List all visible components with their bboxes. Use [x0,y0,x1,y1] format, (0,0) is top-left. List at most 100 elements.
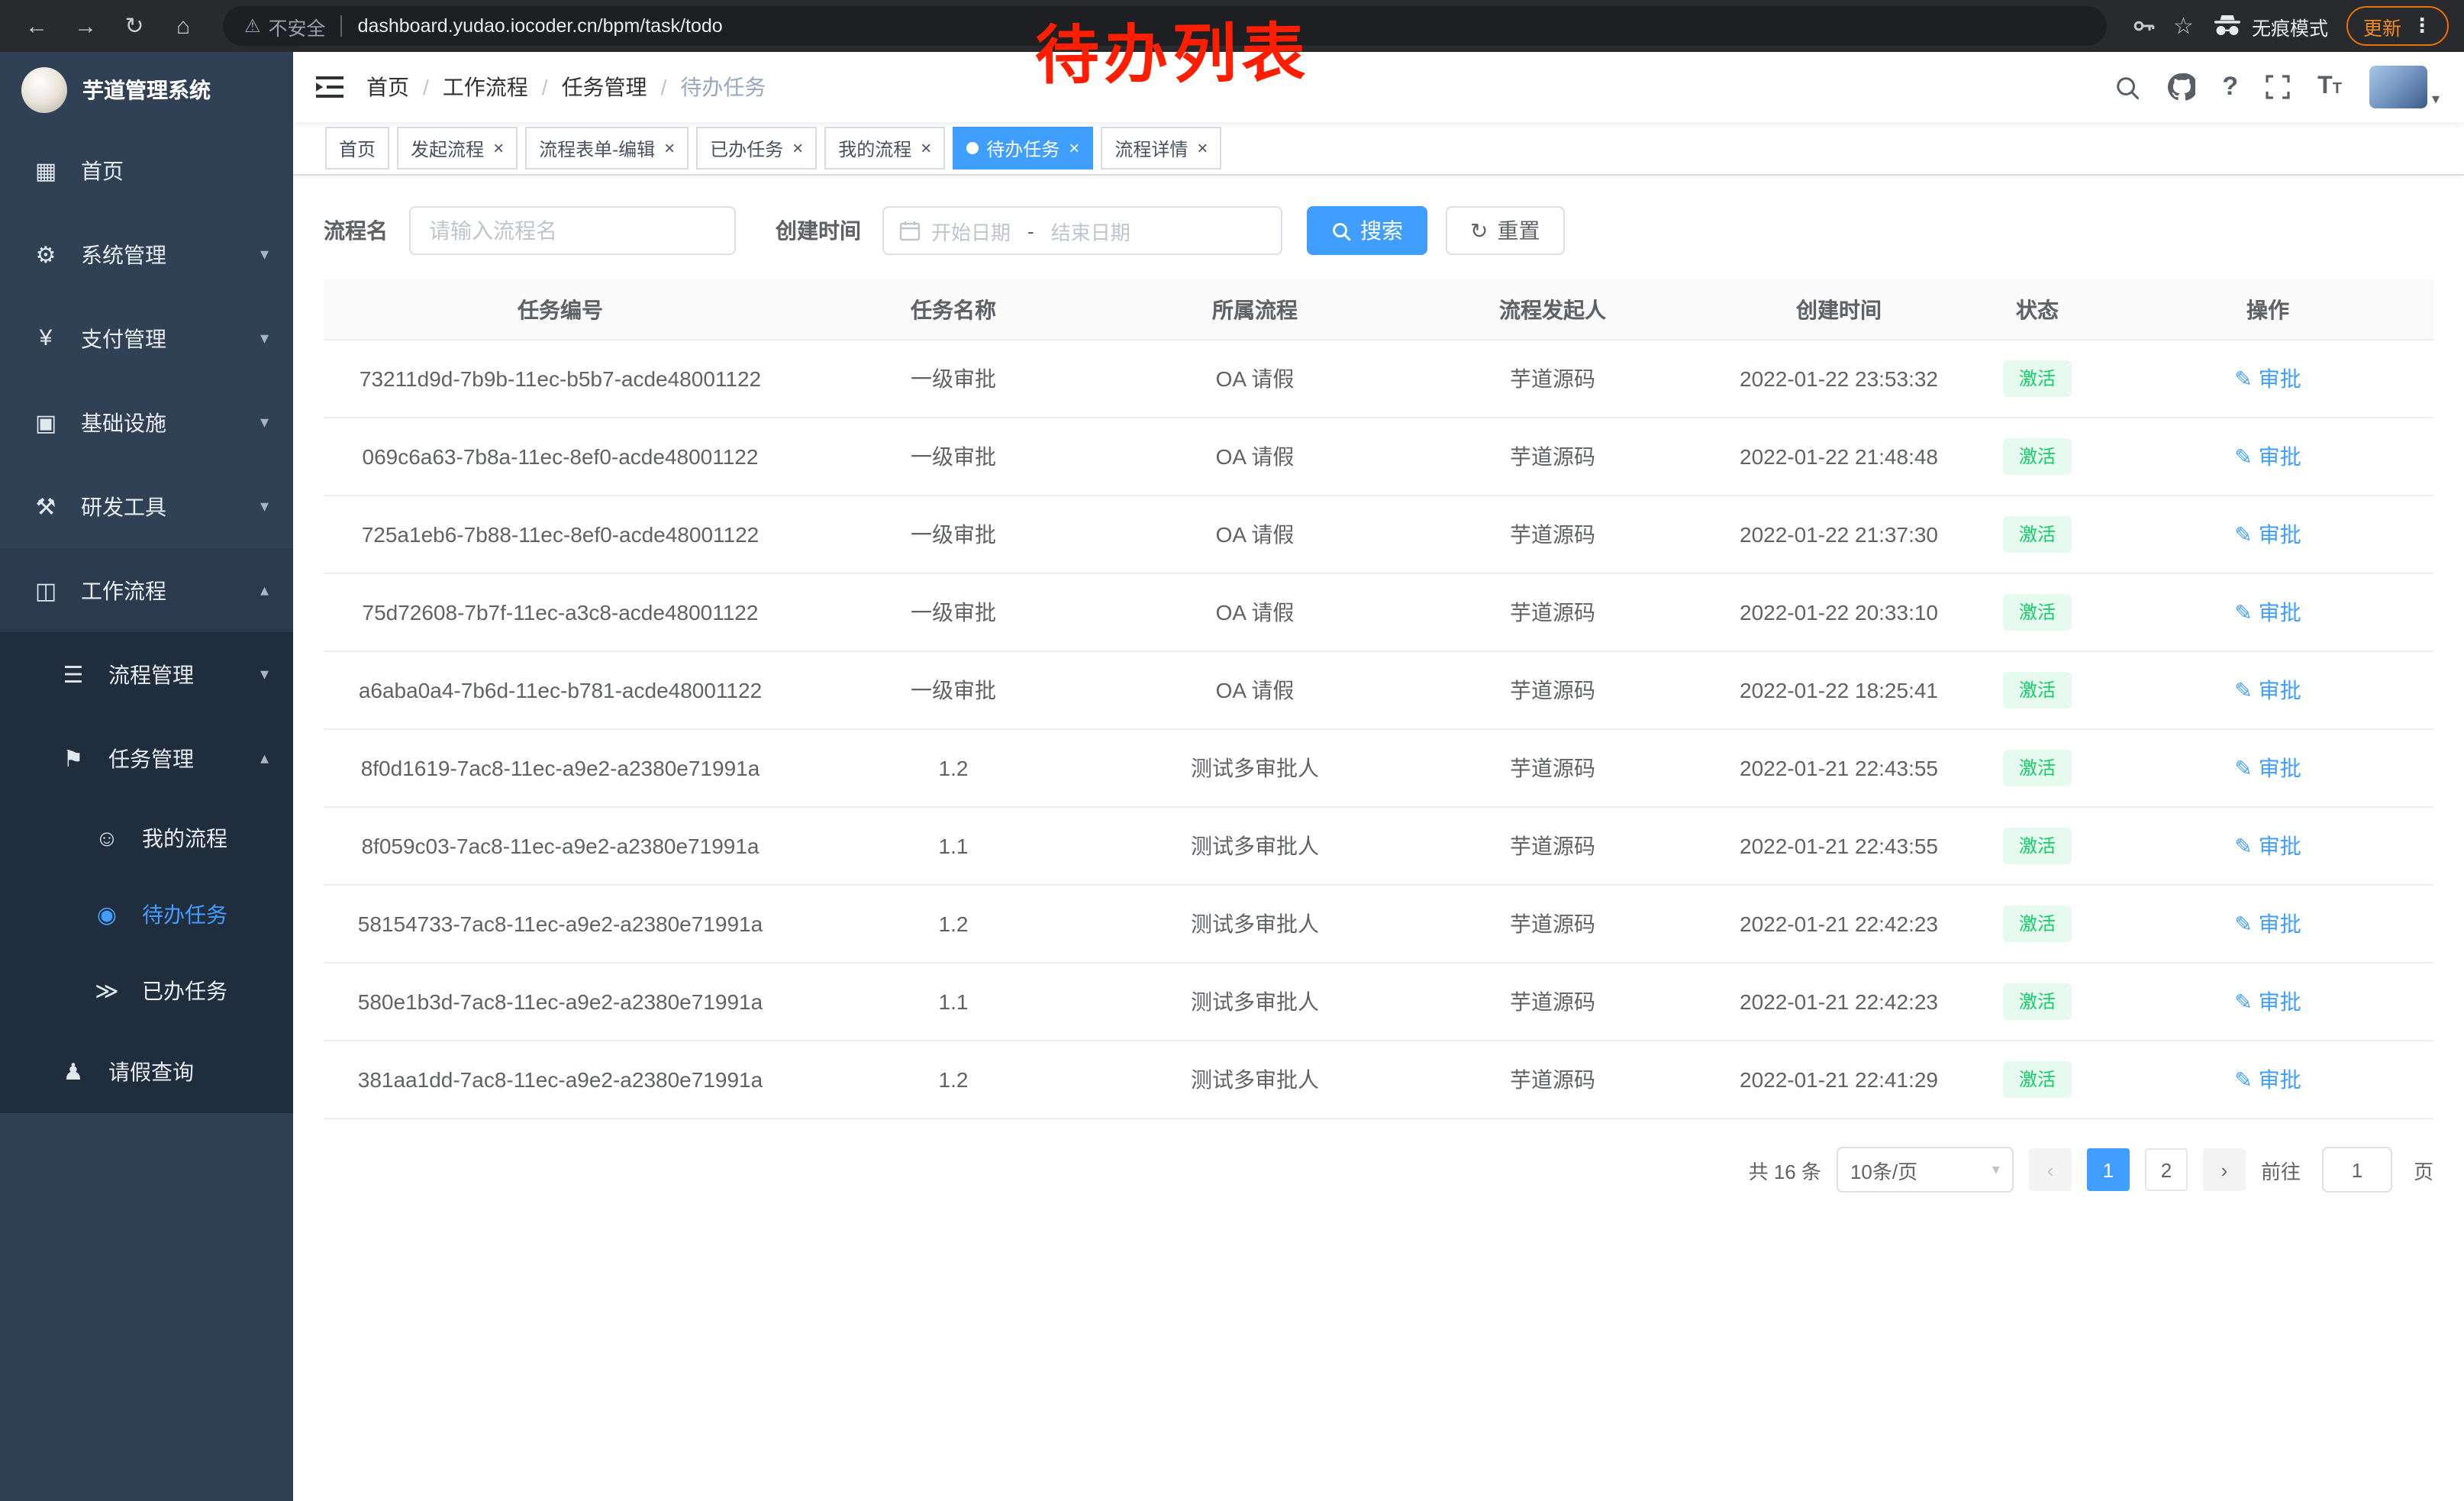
table-row: 8f059c03-7ac8-11ec-a9e2-a2380e71991a 1.1… [324,807,2433,885]
approve-link[interactable]: ✎ 审批 [2234,363,2301,394]
incognito-label: 无痕模式 [2252,11,2328,40]
approve-link[interactable]: ✎ 审批 [2234,909,2301,939]
menu-icon: ◉ [92,901,122,928]
starter-cell: 芋道源码 [1400,651,1705,729]
edit-icon: ✎ [2234,989,2252,1015]
breadcrumb: 首页 / 工作流程 / 任务管理 / 待办任务 [366,72,766,102]
tag-label: 已办任务 [710,135,783,161]
sidebar-item[interactable]: ⚙ 系统管理 ▾ [0,212,293,296]
tab-close-icon[interactable]: × [664,139,675,157]
tag-tab[interactable]: 已办任务 × [696,127,817,169]
approve-link[interactable]: ✎ 审批 [2234,441,2301,472]
table-row: 580e1b3d-7ac8-11ec-a9e2-a2380e71991a 1.1… [324,963,2433,1041]
breadcrumb-item[interactable]: 任务管理 [562,72,647,102]
task-id-cell: 725a1eb6-7b88-11ec-8ef0-acde48001122 [324,495,797,573]
reset-button[interactable]: ↻ 重置 [1446,206,1564,255]
sidebar-item[interactable]: ◫ 工作流程 ▴ [0,548,293,632]
sidebar-item[interactable]: ¥ 支付管理 ▾ [0,296,293,380]
font-size-icon[interactable]: TT [2317,73,2342,101]
sidebar-item[interactable]: ▣ 基础设施 ▾ [0,380,293,464]
todo-task-table: 任务编号 任务名称 所属流程 流程发起人 创建时间 状态 [324,279,2433,1119]
incognito-icon [2212,15,2243,37]
task-name-cell: 1.1 [797,807,1110,885]
search-button[interactable]: 搜索 [1307,206,1427,255]
tab-close-icon[interactable]: × [493,139,504,157]
breadcrumb-item[interactable]: 工作流程 [443,72,528,102]
approve-link[interactable]: ✎ 审批 [2234,519,2301,550]
forward-icon[interactable]: → [64,5,107,47]
sidebar-item[interactable]: ≫ 已办任务 [0,953,293,1029]
process-cell: OA 请假 [1110,340,1400,418]
tag-tab[interactable]: 待办任务 × [953,127,1093,169]
breadcrumb-item[interactable]: 首页 [366,72,409,102]
sidebar-item[interactable]: ◉ 待办任务 [0,876,293,953]
approve-link[interactable]: ✎ 审批 [2234,1064,2301,1095]
created-time-cell: 2022-01-21 22:42:23 [1705,885,1972,963]
user-menu[interactable]: ▾ [2369,66,2440,108]
chevron-icon: ▾ [260,664,269,684]
prev-page-button[interactable]: ‹ [2029,1148,2072,1191]
chevron-icon: ▾ [260,328,269,348]
tag-tab[interactable]: 流程详情 × [1101,127,1221,169]
process-name-input[interactable] [409,206,736,255]
tab-close-icon[interactable]: × [1197,139,1208,157]
reload-icon[interactable]: ↻ [113,5,156,47]
sidebar-item[interactable]: ☰ 流程管理 ▾ [0,632,293,716]
sidebar-item[interactable]: ♟ 请假查询 [0,1029,293,1113]
tag-tab[interactable]: 发起流程 × [397,127,518,169]
page-number-button[interactable]: 1 [2087,1148,2130,1191]
tab-close-icon[interactable]: × [792,139,803,157]
date-range-picker[interactable]: 开始日期 - 结束日期 [882,206,1282,255]
back-icon[interactable]: ← [15,5,58,47]
sidebar-item[interactable]: ☺ 我的流程 [0,800,293,876]
sidebar-item[interactable]: ▦ 首页 [0,128,293,212]
edit-icon: ✎ [2234,755,2252,781]
approve-link[interactable]: ✎ 审批 [2234,675,2301,705]
address-bar[interactable]: ⚠ 不安全 dashboard.yudao.iocoder.cn/bpm/tas… [223,6,2106,46]
next-page-button[interactable]: › [2203,1148,2246,1191]
chevron-icon: ▴ [260,580,269,600]
page-size-value: 10条/页 [1850,1155,1917,1184]
tag-tab[interactable]: 我的流程 × [824,127,945,169]
approve-link[interactable]: ✎ 审批 [2234,597,2301,628]
divider [341,15,343,37]
page-suffix-label: 页 [2414,1155,2433,1184]
approve-link[interactable]: ✎ 审批 [2234,753,2301,783]
chevron-down-icon: ▾ [1992,1161,2000,1178]
task-name-cell: 一级审批 [797,495,1110,573]
bookmark-star-icon[interactable]: ☆ [2173,12,2194,40]
task-id-cell: 75d72608-7b7f-11ec-a3c8-acde48001122 [324,573,797,651]
tag-tab[interactable]: 流程表单-编辑 × [525,127,689,169]
browser-toolbar: ← → ↻ ⌂ ⚠ 不安全 dashboard.yudao.iocoder.cn… [0,0,2464,52]
breadcrumb-item[interactable]: 待办任务 [680,72,766,102]
github-icon[interactable] [2167,73,2195,101]
home-icon[interactable]: ⌂ [162,5,205,47]
sidebar-item[interactable]: ⚒ 研发工具 ▾ [0,464,293,548]
password-key-icon[interactable] [2130,14,2155,38]
status-badge: 激活 [2004,983,2071,1020]
tag-tab[interactable]: 首页 [325,127,389,169]
browser-menu-dots-icon[interactable]: ⋮ [2412,14,2432,38]
tab-close-icon[interactable]: × [1069,139,1079,157]
fullscreen-icon[interactable] [2266,75,2290,99]
chevron-icon: ▾ [260,412,269,432]
app-logo[interactable]: 芋道管理系统 [0,52,293,128]
total-count: 共 16 条 [1749,1155,1821,1184]
help-icon[interactable]: ? [2222,72,2238,102]
sidebar-item[interactable]: ⚑ 任务管理 ▴ [0,716,293,800]
approve-link[interactable]: ✎ 审批 [2234,986,2301,1017]
chrome-update-button[interactable]: 更新 ⋮ [2346,6,2449,46]
tab-close-icon[interactable]: × [921,139,931,157]
task-name-cell: 一级审批 [797,418,1110,495]
task-id-cell: a6aba0a4-7b6d-11ec-b781-acde48001122 [324,651,797,729]
page-size-select[interactable]: 10条/页 ▾ [1837,1147,2014,1193]
table-row: 73211d9d-7b9b-11ec-b5b7-acde48001122 一级审… [324,340,2433,418]
sidebar-toggle-icon[interactable] [293,75,366,99]
table-row: a6aba0a4-7b6d-11ec-b781-acde48001122 一级审… [324,651,2433,729]
search-icon[interactable] [2114,74,2140,100]
table-row: 75d72608-7b7f-11ec-a3c8-acde48001122 一级审… [324,573,2433,651]
page-number-button[interactable]: 2 [2145,1148,2188,1191]
goto-page-input[interactable] [2322,1147,2392,1193]
created-time-cell: 2022-01-22 23:53:32 [1705,340,1972,418]
approve-link[interactable]: ✎ 审批 [2234,831,2301,861]
